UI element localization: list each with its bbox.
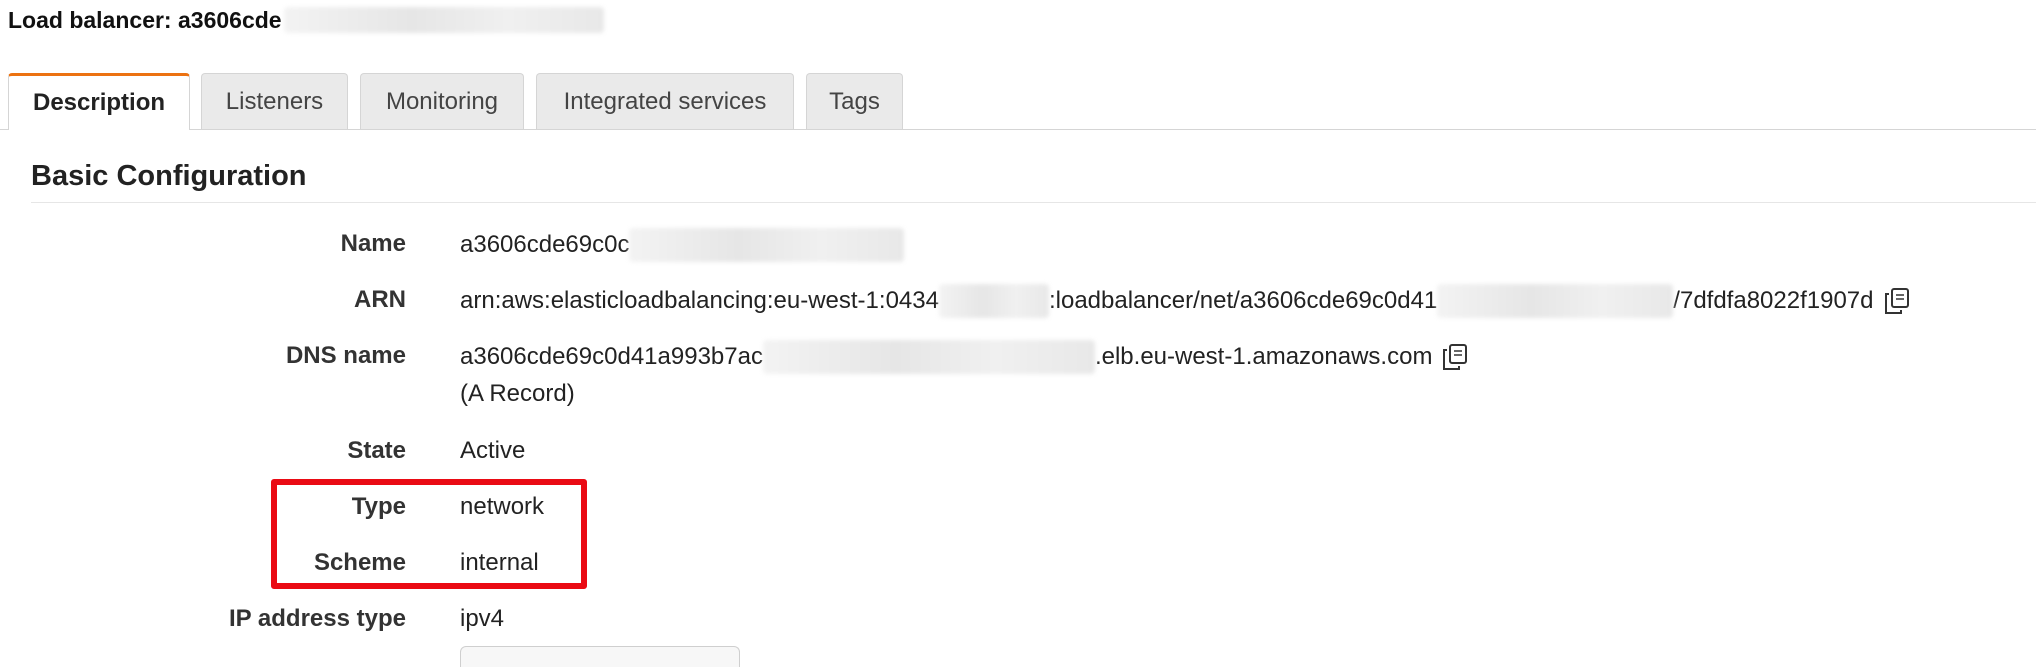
arn-text-part1: arn:aws:elasticloadbalancing:eu-west-1:0… — [460, 287, 939, 314]
title-text: Load balancer: a3606cde — [8, 6, 282, 33]
copy-icon[interactable] — [1442, 343, 1468, 371]
type-value: network — [460, 493, 545, 520]
state-label: State — [347, 437, 406, 464]
arn-label: ARN — [354, 286, 406, 313]
arn-text-part3: /7dfdfa8022f1907d — [1673, 287, 1874, 314]
arn-value: arn:aws:elasticloadbalancing:eu-west-1:0… — [460, 284, 1910, 318]
section-title: Basic Configuration — [31, 160, 307, 192]
name-value: a3606cde69c0c — [460, 228, 905, 262]
dns-name-label: DNS name — [285, 342, 406, 369]
redacted-arn-segment — [1437, 284, 1674, 318]
ip-address-type-value: ipv4 — [460, 605, 505, 632]
tab-monitoring[interactable]: Monitoring — [360, 73, 524, 129]
redacted-dns-segment — [762, 340, 1095, 374]
scheme-label: Scheme — [313, 549, 406, 576]
state-value: Active — [460, 437, 526, 464]
dns-record-type: (A Record) — [460, 380, 575, 407]
name-label: Name — [340, 230, 406, 257]
load-balancer-title: Load balancer: a3606cde — [8, 6, 604, 34]
copy-icon[interactable] — [1884, 287, 1910, 315]
scheme-value: internal — [460, 549, 539, 576]
redacted-id — [283, 7, 604, 33]
redacted-account-id — [938, 284, 1049, 318]
ip-address-type-label: IP address type — [229, 605, 406, 632]
arn-text-part2: :loadbalancer/net/a3606cde69c0d41 — [1048, 287, 1438, 314]
tab-tags[interactable]: Tags — [806, 73, 903, 129]
dns-text-part1: a3606cde69c0d41a993b7ac — [460, 343, 763, 370]
name-text: a3606cde69c0c — [460, 231, 630, 258]
tab-integrated-services[interactable]: Integrated services — [536, 73, 794, 129]
section-divider — [31, 202, 2036, 203]
dns-text-part2: .elb.eu-west-1.amazonaws.com — [1094, 343, 1433, 370]
type-label: Type — [351, 493, 406, 520]
redacted-name — [629, 228, 905, 262]
tab-bar-divider — [0, 129, 2036, 130]
tab-description[interactable]: Description — [8, 73, 190, 130]
edit-button-partial[interactable] — [460, 646, 740, 667]
dns-name-value: a3606cde69c0d41a993b7ac .elb.eu-west-1.a… — [460, 340, 1468, 374]
tab-listeners[interactable]: Listeners — [201, 73, 348, 129]
